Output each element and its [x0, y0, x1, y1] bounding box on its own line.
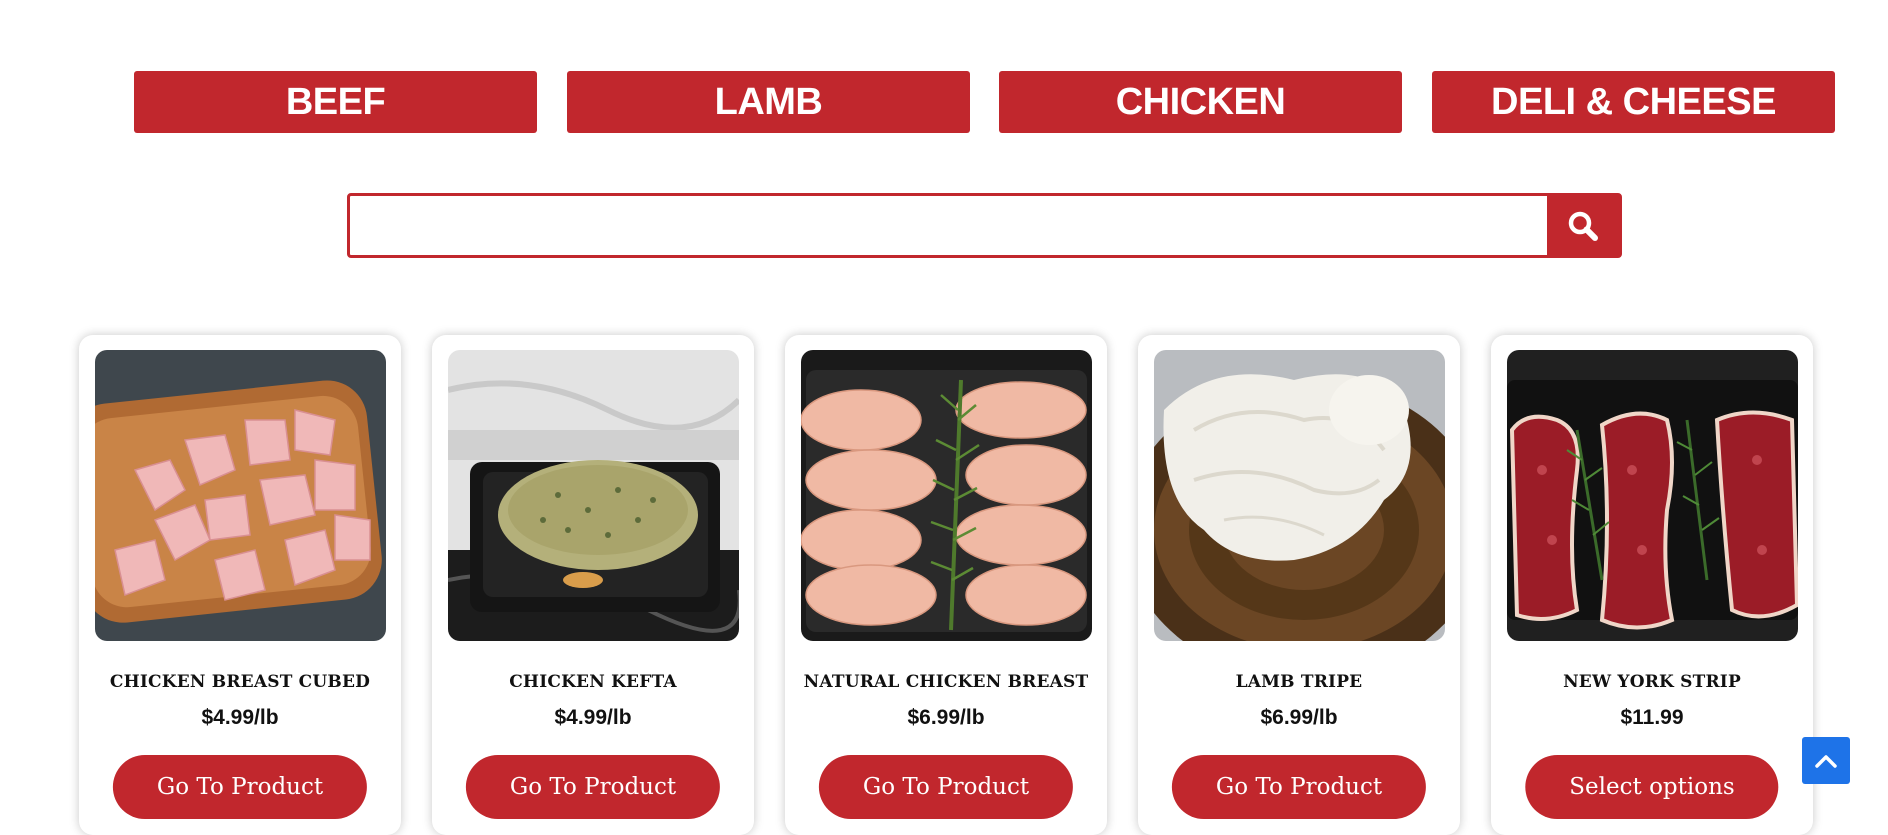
product-image[interactable] — [801, 350, 1092, 641]
product-image[interactable] — [1507, 350, 1798, 641]
go-to-product-button[interactable]: Go To Product — [1171, 755, 1427, 819]
scroll-to-top-button[interactable] — [1802, 737, 1850, 784]
go-to-product-button[interactable]: Go To Product — [465, 755, 721, 819]
search-input[interactable] — [350, 196, 1547, 255]
search-form — [347, 193, 1622, 258]
product-price: $11.99 — [1620, 706, 1684, 729]
product-card: NEW YORK STRIP $11.99 Select options — [1491, 335, 1813, 835]
go-to-product-button[interactable]: Go To Product — [818, 755, 1074, 819]
product-name[interactable]: CHICKEN KEFTA — [432, 672, 754, 692]
product-name[interactable]: NATURAL CHICKEN BREAST — [785, 672, 1107, 692]
product-name[interactable]: LAMB TRIPE — [1138, 672, 1460, 692]
search-icon — [1568, 211, 1598, 241]
product-card: CHICKEN BREAST CUBED $4.99/lb Go To Prod… — [79, 335, 401, 835]
product-image[interactable] — [448, 350, 739, 641]
category-button-deli-cheese[interactable]: DELI & CHEESE — [1432, 71, 1835, 133]
product-card: LAMB TRIPE $6.99/lb Go To Product — [1138, 335, 1460, 835]
chevron-up-icon — [1815, 754, 1837, 768]
product-price: $4.99/lb — [201, 706, 279, 729]
product-price: $4.99/lb — [554, 706, 632, 729]
product-card: CHICKEN KEFTA $4.99/lb Go To Product — [432, 335, 754, 835]
category-button-beef[interactable]: BEEF — [134, 71, 537, 133]
product-image[interactable] — [1154, 350, 1445, 641]
search-button[interactable] — [1547, 196, 1619, 255]
product-price: $6.99/lb — [907, 706, 985, 729]
category-button-lamb[interactable]: LAMB — [567, 71, 970, 133]
category-button-chicken[interactable]: CHICKEN — [999, 71, 1402, 133]
product-image[interactable] — [95, 350, 386, 641]
product-price: $6.99/lb — [1260, 706, 1338, 729]
select-options-button[interactable]: Select options — [1525, 755, 1779, 819]
product-name[interactable]: CHICKEN BREAST CUBED — [79, 672, 401, 692]
go-to-product-button[interactable]: Go To Product — [112, 755, 368, 819]
product-card: NATURAL CHICKEN BREAST $6.99/lb Go To Pr… — [785, 335, 1107, 835]
product-name[interactable]: NEW YORK STRIP — [1491, 672, 1813, 692]
